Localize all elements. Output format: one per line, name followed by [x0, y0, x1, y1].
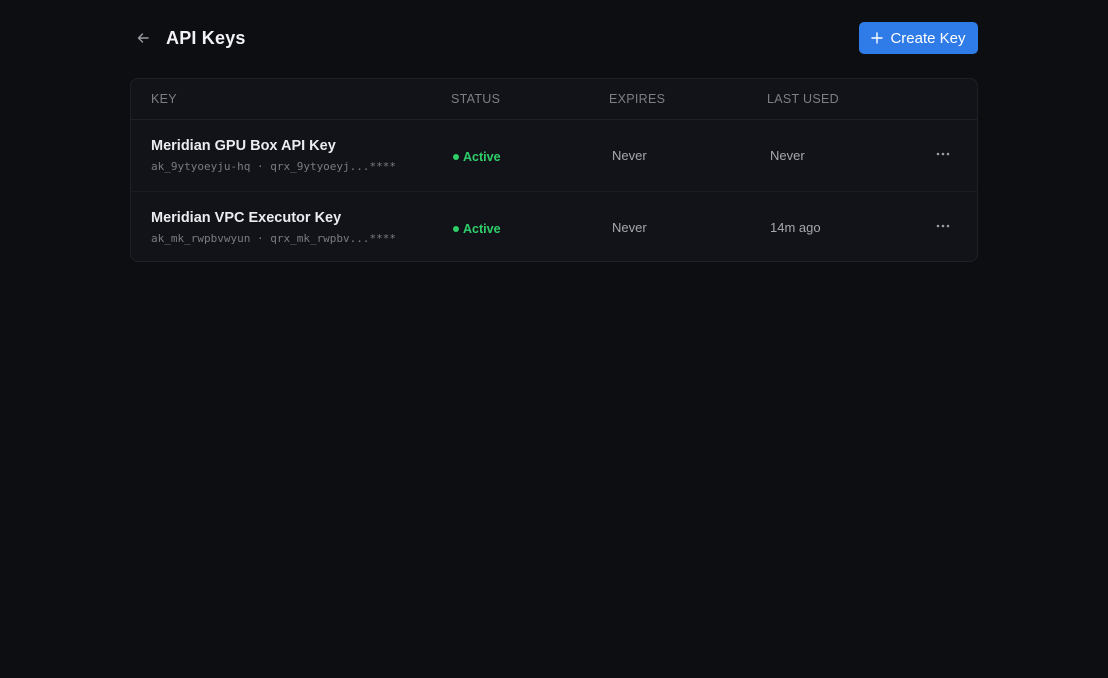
table-header: KEY STATUS EXPIRES LAST USED	[131, 79, 977, 120]
page-header: API Keys Create Key	[130, 22, 978, 54]
plus-icon	[871, 32, 884, 44]
expires-value: Never	[612, 148, 647, 163]
status-dot-icon	[453, 226, 459, 232]
key-id: ak_mk_rwpbvwyun · qrx_mk_rwpbv...****	[151, 232, 397, 245]
column-header-status: STATUS	[451, 92, 501, 106]
status-badge: Active	[453, 150, 501, 164]
status-dot-icon	[453, 154, 459, 160]
expires-value: Never	[612, 220, 647, 235]
page-title: API Keys	[166, 27, 246, 48]
status-label: Active	[463, 150, 501, 164]
row-actions-button[interactable]	[931, 144, 955, 164]
api-keys-page: API Keys Create Key KEY STATUS EXPIRES L…	[0, 0, 1108, 678]
create-key-button[interactable]: Create Key	[859, 22, 978, 54]
key-id: ak_9ytyoeyju-hq · qrx_9ytyoeyj...****	[151, 160, 397, 173]
arrow-left-icon	[137, 33, 149, 43]
key-name: Meridian VPC Executor Key	[151, 210, 342, 226]
header-left: API Keys	[130, 26, 246, 50]
table-row[interactable]: Meridian VPC Executor Key ak_mk_rwpbvwyu…	[131, 191, 977, 261]
column-header-key: KEY	[151, 92, 177, 106]
more-horizontal-icon	[936, 224, 950, 228]
status-badge: Active	[453, 222, 501, 236]
back-button[interactable]	[131, 26, 155, 50]
last-used-value: 14m ago	[770, 220, 821, 235]
column-header-last-used: LAST USED	[767, 92, 839, 106]
more-horizontal-icon	[936, 152, 950, 156]
api-keys-table: KEY STATUS EXPIRES LAST USED Meridian GP…	[130, 78, 978, 262]
key-name: Meridian GPU Box API Key	[151, 138, 336, 154]
create-key-label: Create Key	[890, 29, 966, 47]
last-used-value: Never	[770, 148, 805, 163]
table-row[interactable]: Meridian GPU Box API Key ak_9ytyoeyju-hq…	[131, 120, 977, 191]
status-label: Active	[463, 222, 501, 236]
column-header-expires: EXPIRES	[609, 92, 666, 106]
row-actions-button[interactable]	[931, 216, 955, 236]
